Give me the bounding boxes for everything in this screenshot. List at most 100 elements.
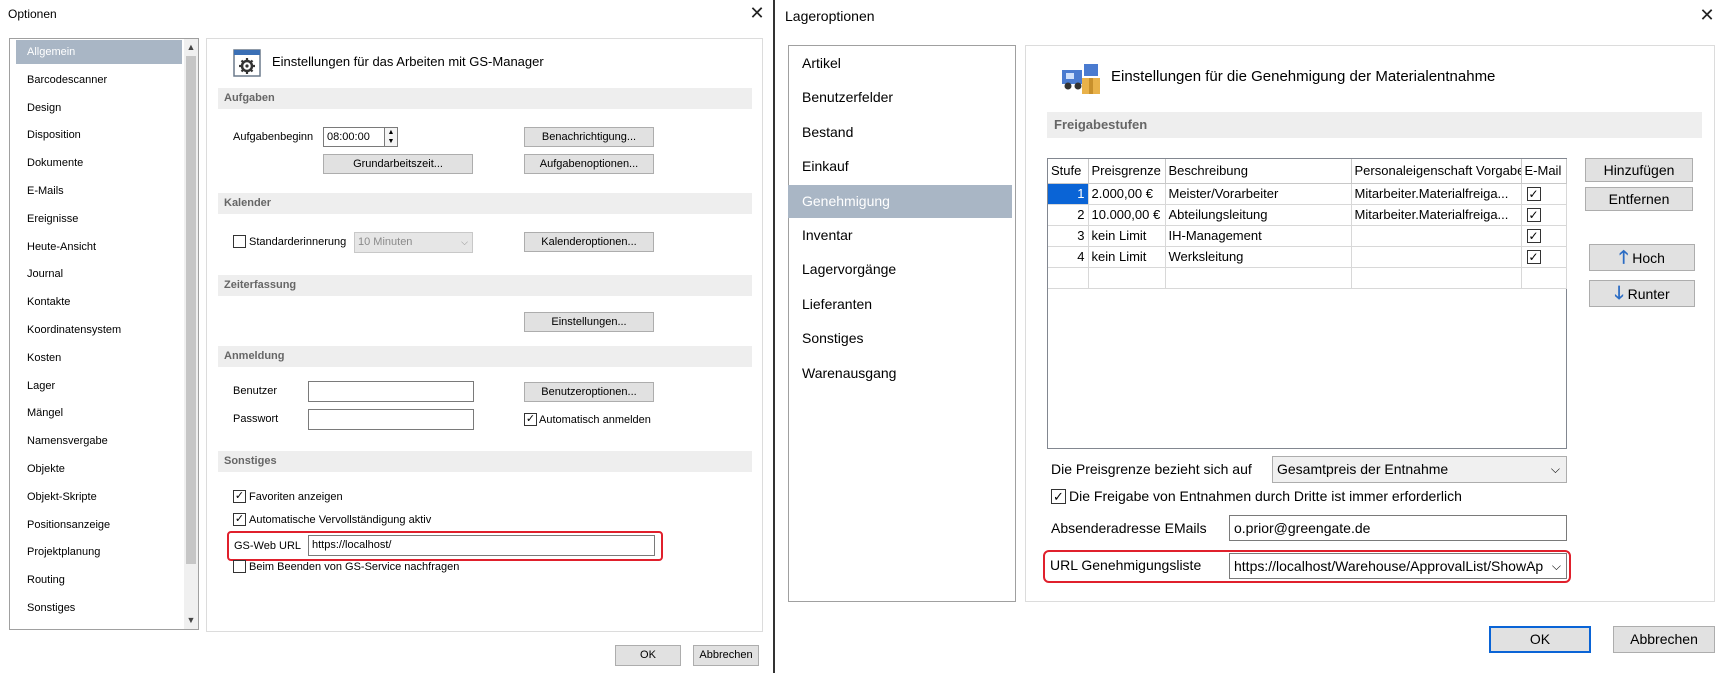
nav-item[interactable]: Namensvergabe xyxy=(16,429,182,453)
table-cell[interactable] xyxy=(1351,225,1522,247)
left-close-icon[interactable]: ✕ xyxy=(749,4,765,22)
column-header[interactable]: Beschreibung xyxy=(1165,159,1352,184)
nav-item[interactable]: Barcodescanner xyxy=(16,68,182,92)
table-cell[interactable]: kein Limit xyxy=(1088,246,1166,268)
nav-item[interactable]: Mängel xyxy=(16,401,182,425)
move-down-button[interactable]: 🡓 Runter xyxy=(1589,280,1695,307)
notification-button[interactable]: Benachrichtigung... xyxy=(524,127,654,147)
auto-login-checkbox[interactable]: ✓ xyxy=(524,413,537,426)
nav-item[interactable]: Lieferanten xyxy=(788,288,1012,321)
nav-item[interactable]: Sonstiges xyxy=(16,596,182,620)
email-cell[interactable]: ✓ xyxy=(1521,204,1567,226)
table-cell[interactable]: IH-Management xyxy=(1165,225,1352,247)
nav-item[interactable]: Benutzerfelder xyxy=(788,81,1012,114)
table-cell[interactable]: 3 xyxy=(1048,225,1089,247)
email-cell[interactable]: ✓ xyxy=(1521,183,1567,205)
table-cell[interactable] xyxy=(1088,267,1166,289)
table-cell[interactable]: 10.000,00 € xyxy=(1088,204,1166,226)
table-cell[interactable]: 2.000,00 € xyxy=(1088,183,1166,205)
move-up-button[interactable]: 🡑 Hoch xyxy=(1589,244,1695,271)
right-cancel-button[interactable]: Abbrechen xyxy=(1613,626,1715,653)
price-limit-select[interactable]: Gesamtpreis der Entnahme ⌵ xyxy=(1272,456,1567,483)
table-cell[interactable]: Werksleitung xyxy=(1165,246,1352,268)
table-cell[interactable]: 2 xyxy=(1048,204,1089,226)
nav-item[interactable]: Warenausgang xyxy=(788,357,1012,390)
nav-item[interactable]: Genehmigung xyxy=(788,184,1012,218)
scroll-up-icon[interactable]: ▲ xyxy=(185,41,197,53)
nav-item[interactable]: Objekte xyxy=(16,457,182,481)
nav-item[interactable]: Ereignisse xyxy=(16,207,182,231)
nav-item[interactable]: Koordinatensystem xyxy=(16,318,182,342)
table-cell[interactable] xyxy=(1048,267,1089,289)
nav-item[interactable]: Allgemein xyxy=(16,40,182,64)
email-cell[interactable]: ✓ xyxy=(1521,225,1567,247)
right-close-icon[interactable]: ✕ xyxy=(1699,6,1715,24)
email-checkbox[interactable]: ✓ xyxy=(1526,187,1541,201)
table-cell[interactable]: kein Limit xyxy=(1088,225,1166,247)
email-cell[interactable]: ✓ xyxy=(1521,246,1567,268)
column-header[interactable]: Preisgrenze xyxy=(1088,159,1166,184)
nav-item[interactable]: Kosten xyxy=(16,346,182,370)
weburl-input[interactable]: https://localhost/ xyxy=(308,535,655,556)
third-party-checkbox[interactable]: ✓ xyxy=(1051,489,1066,504)
nav-item[interactable]: Disposition xyxy=(16,123,182,147)
table-cell[interactable]: Mitarbeiter.Materialfreiga... xyxy=(1351,183,1522,205)
default-reminder-checkbox[interactable] xyxy=(233,235,246,248)
nav-item[interactable]: E-Mails xyxy=(16,179,182,203)
nav-item[interactable]: Einkauf xyxy=(788,150,1012,183)
column-header[interactable]: Stufe xyxy=(1048,159,1089,184)
nav-item[interactable]: Routing xyxy=(16,568,182,592)
task-start-spinner[interactable]: ▲ ▼ xyxy=(384,127,398,147)
column-header[interactable]: Personaleigenschaft Vorgabe xyxy=(1351,159,1522,184)
right-ok-button[interactable]: OK xyxy=(1489,626,1591,653)
email-checkbox[interactable]: ✓ xyxy=(1526,208,1541,222)
favorites-checkbox[interactable]: ✓ xyxy=(233,490,246,503)
nav-item[interactable]: Lager xyxy=(16,374,182,398)
nav-item[interactable]: Artikel xyxy=(788,47,1012,80)
time-settings-button[interactable]: Einstellungen... xyxy=(524,312,654,332)
user-options-button[interactable]: Benutzeroptionen... xyxy=(524,382,654,402)
task-options-button[interactable]: Aufgabenoptionen... xyxy=(524,154,654,174)
empty-row[interactable] xyxy=(1048,267,1567,289)
autocomplete-checkbox[interactable]: ✓ xyxy=(233,513,246,526)
table-cell[interactable] xyxy=(1165,267,1352,289)
nav-item[interactable]: Kontakte xyxy=(16,290,182,314)
add-level-button[interactable]: Hinzufügen xyxy=(1585,158,1693,182)
table-cell[interactable]: 4 xyxy=(1048,246,1089,268)
left-cancel-button[interactable]: Abbrechen xyxy=(693,645,759,666)
scroll-thumb[interactable] xyxy=(186,56,196,564)
left-ok-button[interactable]: OK xyxy=(615,645,681,666)
table-row[interactable]: 4 kein Limit Werksleitung ✓ xyxy=(1048,246,1567,268)
nav-item[interactable]: Positionsanzeige xyxy=(16,513,182,537)
email-checkbox[interactable]: ✓ xyxy=(1526,229,1541,243)
table-row[interactable]: 1 2.000,00 € Meister/Vorarbeiter Mitarbeite… xyxy=(1048,183,1567,205)
table-cell[interactable]: Abteilungsleitung xyxy=(1165,204,1352,226)
sender-address-input[interactable]: o.prior@greengate.de xyxy=(1229,515,1567,541)
nav-item[interactable]: Lagervorgänge xyxy=(788,253,1012,286)
table-cell[interactable] xyxy=(1351,267,1522,289)
approval-levels-table[interactable]: Stufe Preisgrenze Beschreibung Personaleige… xyxy=(1047,158,1567,449)
calendar-options-button[interactable]: Kalenderoptionen... xyxy=(524,232,654,252)
nav-item[interactable]: Objekt-Skripte xyxy=(16,485,182,509)
nav-item[interactable]: Bestand xyxy=(788,116,1012,149)
nav-item[interactable]: Projektplanung xyxy=(16,540,182,564)
table-cell[interactable] xyxy=(1521,267,1567,289)
table-row[interactable]: 3 kein Limit IH-Management ✓ xyxy=(1048,225,1567,247)
approval-url-select[interactable]: https://localhost/Warehouse/ApprovalList… xyxy=(1229,553,1567,579)
base-worktime-button[interactable]: Grundarbeitszeit... xyxy=(323,154,473,174)
nav-item[interactable]: Heute-Ansicht xyxy=(16,235,182,259)
nav-item[interactable]: Journal xyxy=(16,262,182,286)
nav-item[interactable]: Sonstiges xyxy=(788,322,1012,355)
table-cell[interactable] xyxy=(1351,246,1522,268)
nav-item[interactable]: Design xyxy=(16,96,182,120)
table-row[interactable]: 2 10.000,00 € Abteilungsleitung Mitarbeiter… xyxy=(1048,204,1567,226)
column-header[interactable]: E-Mail xyxy=(1521,159,1567,184)
nav-item[interactable]: Inventar xyxy=(788,219,1012,252)
password-input[interactable] xyxy=(308,409,474,430)
ask-on-exit-checkbox[interactable] xyxy=(233,560,246,573)
nav-item[interactable]: Dokumente xyxy=(16,151,182,175)
table-cell[interactable]: Meister/Vorarbeiter xyxy=(1165,183,1352,205)
email-checkbox[interactable]: ✓ xyxy=(1526,250,1541,264)
table-cell[interactable]: 1 xyxy=(1048,183,1089,205)
task-start-input[interactable]: 08:00:00 xyxy=(323,127,385,147)
